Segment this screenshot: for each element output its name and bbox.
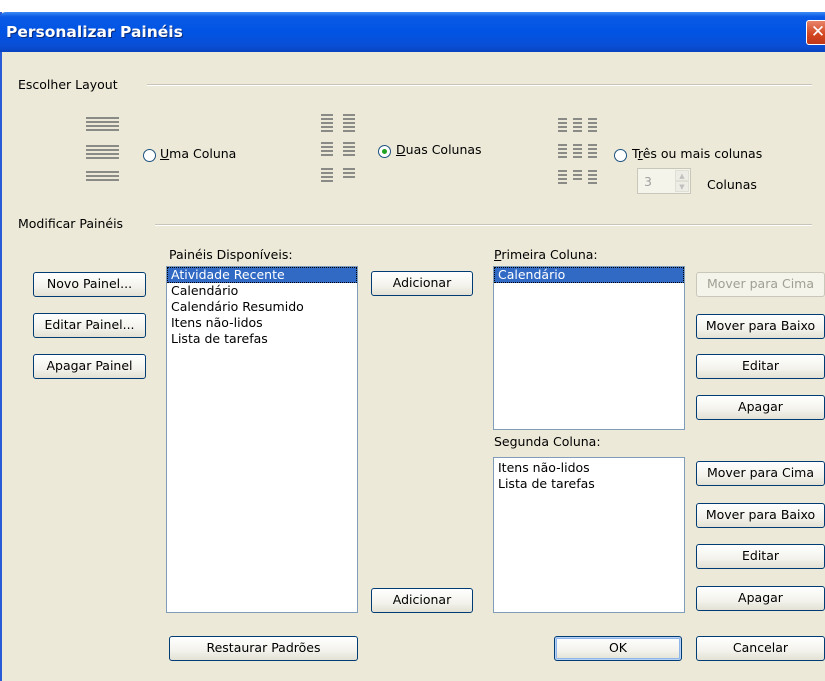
panels-group-divider	[155, 224, 812, 226]
first-column-list[interactable]: Calendário	[493, 266, 685, 430]
one-column-label[interactable]: Uma Coluna	[160, 146, 236, 161]
edit-panel-button[interactable]: Editar Painel...	[33, 313, 146, 338]
list-item[interactable]: Calendário Resumido	[167, 299, 357, 315]
one-column-radio[interactable]	[143, 149, 156, 162]
list-item[interactable]: Calendário	[494, 267, 684, 283]
spin-up-icon[interactable]: ▲	[675, 170, 689, 181]
delete-panel-button[interactable]: Apagar Painel	[33, 354, 146, 379]
list-item[interactable]: Calendário	[167, 283, 357, 299]
layout-group-label: Escolher Layout	[18, 77, 118, 92]
first-edit-button[interactable]: Editar	[696, 354, 825, 379]
first-delete-button[interactable]: Apagar	[696, 395, 825, 420]
panels-group-label: Modificar Painéis	[18, 216, 124, 231]
cancel-button[interactable]: Cancelar	[696, 636, 825, 661]
dialog-body	[0, 12, 825, 681]
new-panel-button[interactable]: Novo Painel...	[33, 272, 146, 297]
list-item[interactable]: Itens não-lidos	[167, 315, 357, 331]
second-column-list[interactable]: Itens não-lidos Lista de tarefas	[493, 457, 685, 613]
window-title: Personalizar Painéis	[6, 23, 183, 41]
three-columns-layout-icon	[558, 118, 597, 184]
close-button[interactable]: ✕	[806, 20, 825, 45]
two-columns-radio[interactable]	[378, 145, 391, 158]
second-move-up-button[interactable]: Mover para Cima	[696, 461, 825, 486]
first-move-down-button[interactable]: Mover para Baixo	[696, 314, 825, 339]
available-panels-label: Painéis Disponíveis:	[169, 247, 293, 262]
columns-count-spinner[interactable]: 3 ▲ ▼	[637, 168, 691, 194]
list-item[interactable]: Itens não-lidos	[494, 460, 684, 476]
list-item[interactable]: Lista de tarefas	[167, 331, 357, 347]
first-move-up-button[interactable]: Mover para Cima	[696, 272, 825, 297]
list-item[interactable]: Lista de tarefas	[494, 476, 684, 492]
list-item[interactable]: Atividade Recente	[167, 267, 357, 283]
ok-button[interactable]: OK	[554, 636, 682, 661]
two-columns-layout-icon	[321, 114, 355, 182]
close-icon: ✕	[810, 22, 825, 42]
columns-count-value: 3	[644, 174, 652, 189]
first-column-label: Primeira Coluna:	[494, 247, 598, 262]
add-to-first-column-button[interactable]: Adicionar	[371, 271, 473, 296]
layout-group-divider	[147, 84, 812, 86]
second-column-label: Segunda Coluna:	[494, 434, 601, 449]
three-columns-radio[interactable]	[614, 149, 627, 162]
second-delete-button[interactable]: Apagar	[696, 586, 825, 611]
columns-count-label: Colunas	[707, 177, 757, 192]
spin-down-icon[interactable]: ▼	[675, 181, 689, 192]
restore-defaults-button[interactable]: Restaurar Padrões	[169, 636, 358, 661]
second-edit-button[interactable]: Editar	[696, 544, 825, 569]
add-to-second-column-button[interactable]: Adicionar	[371, 588, 473, 613]
one-column-layout-icon	[86, 117, 119, 181]
two-columns-label[interactable]: Duas Colunas	[396, 142, 482, 157]
available-panels-list[interactable]: Atividade Recente Calendário Calendário …	[166, 266, 358, 613]
three-columns-label[interactable]: Três ou mais colunas	[632, 146, 762, 161]
second-move-down-button[interactable]: Mover para Baixo	[696, 503, 825, 528]
